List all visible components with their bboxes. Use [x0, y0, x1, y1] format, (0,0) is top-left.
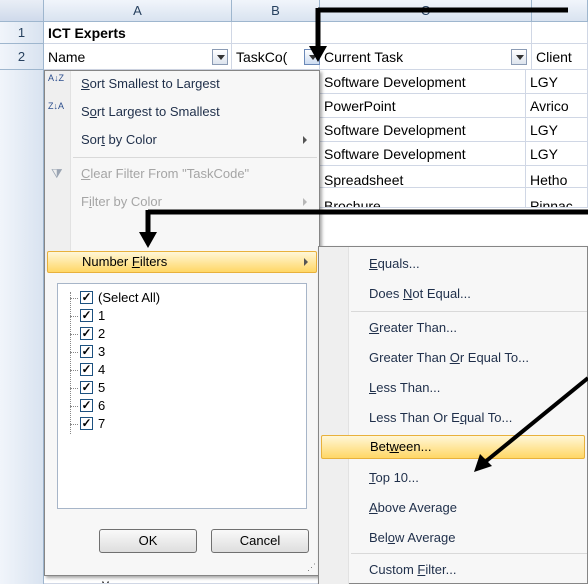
arrow-to-between [474, 376, 588, 472]
arrow-to-taskcode-dropdown [309, 7, 568, 62]
excel-window: A B C 1 2 ICT Experts Name TaskCo( Curre… [0, 0, 588, 584]
arrow-to-number-filters [139, 209, 588, 248]
annotation-arrows [139, 7, 588, 472]
